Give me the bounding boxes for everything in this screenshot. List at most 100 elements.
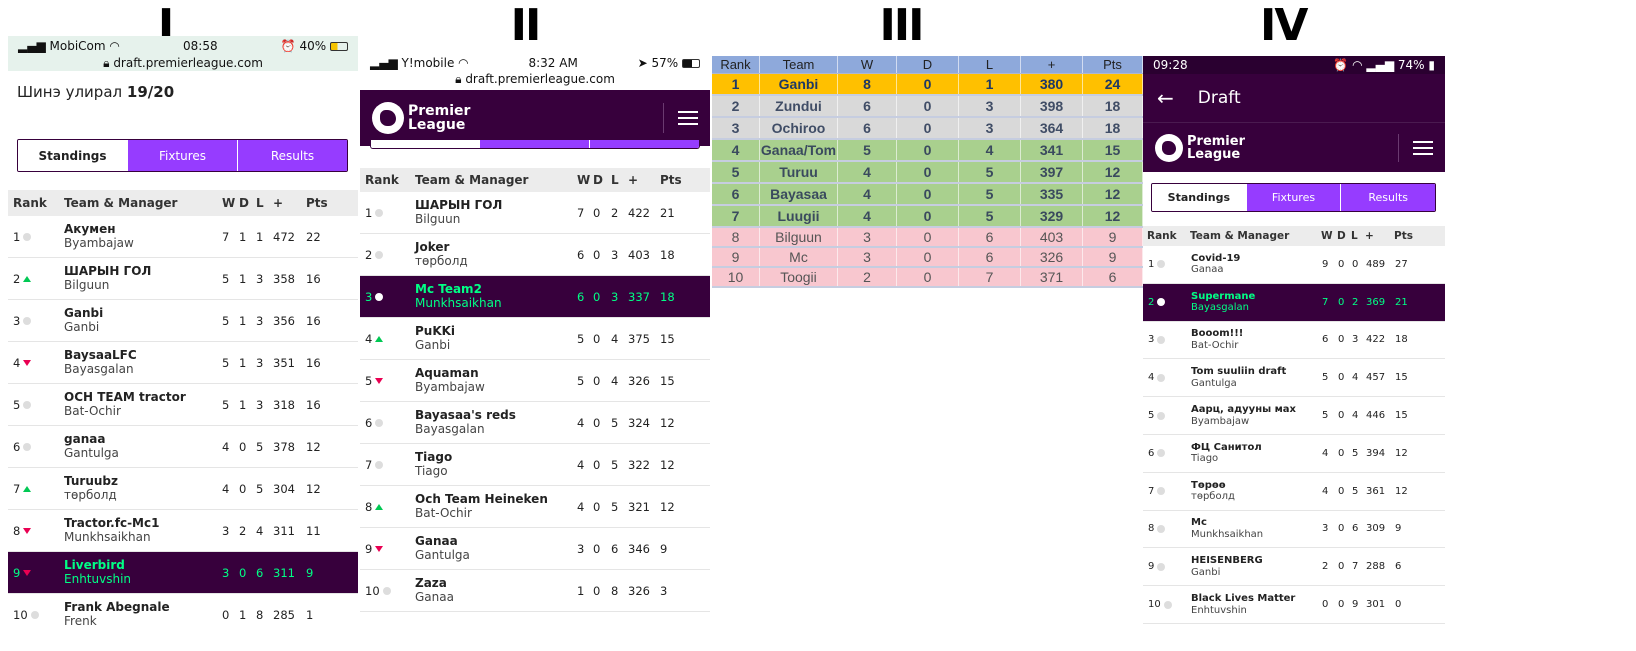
table-row[interactable]: 7 Turuubz төрболд 4 0 5 304 12 <box>8 468 358 510</box>
team-name[interactable]: Tiago <box>415 450 577 465</box>
team-name[interactable]: Mc Team2 <box>415 282 577 297</box>
team-name[interactable]: Aquaman <box>415 366 577 381</box>
team-name[interactable]: Joker <box>415 240 577 255</box>
table-row[interactable]: 2 Supermane Bayasgalan 7 0 2 369 21 <box>1143 283 1445 322</box>
table-row[interactable]: 10 Black Lives Matter Enhtuvshin 0 0 9 301 0 <box>1143 586 1445 624</box>
team-name[interactable]: Bayasaa's reds <box>415 408 577 423</box>
team-name[interactable]: Аарц, адууны мах <box>1191 404 1322 416</box>
table-row[interactable]: 3 Booom!!! Bat-Ochir 6 0 3 422 18 <box>1143 322 1445 360</box>
menu-icon[interactable] <box>1398 133 1433 162</box>
tab-standings[interactable]: Standings <box>1152 184 1246 211</box>
url-bar[interactable]: 🔒︎ draft.premierleague.com <box>8 56 358 71</box>
table-row[interactable]: 2 Joker төрболд 6 0 3 403 18 <box>360 234 710 276</box>
team-name[interactable]: ФЦ Санитол <box>1191 442 1322 454</box>
team-name[interactable]: HEISENBERG <box>1191 555 1322 567</box>
value-cell: 398 <box>1021 96 1083 116</box>
losses-cell: 2 <box>611 205 619 220</box>
tab-fixtures[interactable]: Fixtures <box>1245 184 1341 211</box>
team-name[interactable]: Төрөө <box>1191 480 1322 492</box>
table-row[interactable]: 6 ФЦ Санитол Tiago 4 0 5 394 12 <box>1143 435 1445 473</box>
premier-league-logo[interactable]: Premier League <box>1155 133 1245 162</box>
team-name[interactable]: ШАРЫН ГОЛ <box>415 198 577 213</box>
team-name[interactable]: Och Team Heineken <box>415 492 577 507</box>
table-row[interactable]: 9 HEISENBERG Ganbi 2 0 7 288 6 <box>1143 548 1445 587</box>
team-name[interactable]: Black Lives Matter <box>1191 593 1322 605</box>
premier-league-logo[interactable]: Premier League <box>372 102 470 134</box>
table-row[interactable]: 1 Covid-19 Ganaa 9 0 0 489 27 <box>1143 246 1445 284</box>
col-team: Team & Manager <box>415 173 529 187</box>
team-name[interactable]: OCH TEAM tractor <box>64 390 222 405</box>
menu-icon[interactable] <box>663 103 698 133</box>
table-row[interactable]: 7 Tiago Tiago 4 0 5 322 12 <box>360 444 710 486</box>
team-name[interactable]: Supermane <box>1191 291 1322 303</box>
value-cell: 5 <box>959 162 1021 182</box>
wins-cell: 5 <box>222 313 230 328</box>
team-name[interactable]: Zaza <box>415 576 577 591</box>
table-header: Rank Team & Manager W D L + Pts <box>1143 226 1445 246</box>
draws-cell: 0 <box>1338 296 1345 308</box>
team-name[interactable]: Liverbird <box>64 558 222 573</box>
table-row[interactable]: 7 Төрөө төрболд 4 0 5 361 12 <box>1143 473 1445 511</box>
table-row[interactable]: 9 Ganaa Gantulga 3 0 6 346 9 <box>360 528 710 570</box>
signal-icon: ▂▄▆ <box>1366 58 1398 72</box>
team-name[interactable]: Frank Abegnale <box>64 600 222 615</box>
table-row[interactable]: 8 Mc Munkhsaikhan 3 0 6 309 9 <box>1143 511 1445 549</box>
tab-standings[interactable]: Standings <box>18 140 127 171</box>
back-arrow-icon[interactable]: ← <box>1157 86 1174 110</box>
team-name[interactable]: Booom!!! <box>1191 328 1322 340</box>
table-row[interactable]: 4 BaysaaLFC Bayasgalan 5 1 3 351 16 <box>8 342 358 384</box>
team-name[interactable]: PuKKi <box>415 324 577 339</box>
team-name[interactable]: Tractor.fc-Mc1 <box>64 516 222 531</box>
table-row[interactable]: 3 Ganbi Ganbi 5 1 3 356 16 <box>8 300 358 342</box>
table-row[interactable]: 3 Mc Team2 Munkhsaikhan 6 0 3 337 18 <box>360 276 710 318</box>
manager-name: төрболд <box>1191 491 1235 503</box>
team-name[interactable]: Turuubz <box>64 474 222 489</box>
table-row[interactable]: 8 Tractor.fc-Mc1 Munkhsaikhan 3 2 4 311 11 <box>8 510 358 552</box>
table-row[interactable]: 6 ganaa Gantulga 4 0 5 378 12 <box>8 426 358 468</box>
tab-results[interactable]: Results <box>237 140 347 171</box>
table-row[interactable]: 9 Liverbird Enhtuvshin 3 0 6 311 9 <box>8 552 358 594</box>
table-row[interactable]: 4 Tom suuliin draft Gantulga 5 0 4 457 15 <box>1143 359 1445 398</box>
lock-icon: 🔒︎ <box>455 72 462 86</box>
table-row[interactable]: 5 Аарц, адууны мах Byambajaw 5 0 4 446 15 <box>1143 397 1445 435</box>
team-name[interactable]: ganaa <box>64 432 222 447</box>
table-row[interactable]: 2 ШАРЫН ГОЛ Bilguun 5 1 3 358 16 <box>8 258 358 300</box>
table-row[interactable]: 5 Aquaman Byambajaw 5 0 4 326 15 <box>360 360 710 402</box>
team-cell: Төрөө төрболд <box>1191 480 1322 503</box>
table-row: 5 Turuu 4 0 5 397 12 <box>712 162 1143 184</box>
team-name[interactable]: ШАРЫН ГОЛ <box>64 264 222 279</box>
rank-cell: 3 <box>365 290 415 304</box>
table-row[interactable]: 8 Och Team Heineken Bat-Ochir 4 0 5 321 12 <box>360 486 710 528</box>
col-rank: Rank <box>365 173 399 187</box>
team-name[interactable]: Ganbi <box>64 306 222 321</box>
team-name[interactable]: Covid-19 <box>1191 253 1322 265</box>
team-name[interactable]: Ganaa <box>415 534 577 549</box>
rank-cell: 1 <box>13 230 64 244</box>
points-for-cell: 422 <box>1366 334 1386 346</box>
team-name[interactable]: Mc <box>1191 517 1322 529</box>
team-name[interactable]: Tom suuliin draft <box>1191 366 1322 378</box>
table-row[interactable]: 10 Zaza Ganaa 1 0 8 326 3 <box>360 570 710 612</box>
table-row: 6 Bayasaa 4 0 5 335 12 <box>712 184 1143 206</box>
value-cell: 5 <box>838 140 897 160</box>
url-bar[interactable]: 🔒︎ draft.premierleague.com <box>360 72 710 87</box>
table-row[interactable]: 6 Bayasaa's reds Bayasgalan 4 0 5 324 12 <box>360 402 710 444</box>
table-row[interactable]: 10 Frank Abegnale Frenk 0 1 8 285 1 <box>8 594 358 626</box>
tab-fixtures[interactable]: Fixtures <box>127 140 237 171</box>
manager-name: Bayasgalan <box>415 421 485 436</box>
losses-cell: 4 <box>256 523 264 538</box>
manager-name: Byambajaw <box>1191 415 1250 427</box>
table-row[interactable]: 5 OCH TEAM tractor Bat-Ochir 5 1 3 318 16 <box>8 384 358 426</box>
standings-tabs: Standings Fixtures Results <box>1151 183 1436 212</box>
team-name[interactable]: BaysaaLFC <box>64 348 222 363</box>
table-row[interactable]: 1 ШАРЫН ГОЛ Bilguun 7 0 2 422 21 <box>360 192 710 234</box>
team-name[interactable]: Акумен <box>64 222 222 237</box>
tab-results[interactable]: Results <box>1340 184 1435 211</box>
value-cell: 364 <box>1021 118 1083 138</box>
team-cell: Ganbi Ganbi <box>64 306 222 335</box>
wifi-icon: ◠ <box>458 56 469 70</box>
table-row[interactable]: 1 Акумен Byambajaw 7 1 1 472 22 <box>8 216 358 258</box>
table-row: 8 Bilguun 3 0 6 403 9 <box>712 228 1143 248</box>
table-row[interactable]: 4 PuKKi Ganbi 5 0 4 375 15 <box>360 318 710 360</box>
lion-icon <box>372 102 404 134</box>
